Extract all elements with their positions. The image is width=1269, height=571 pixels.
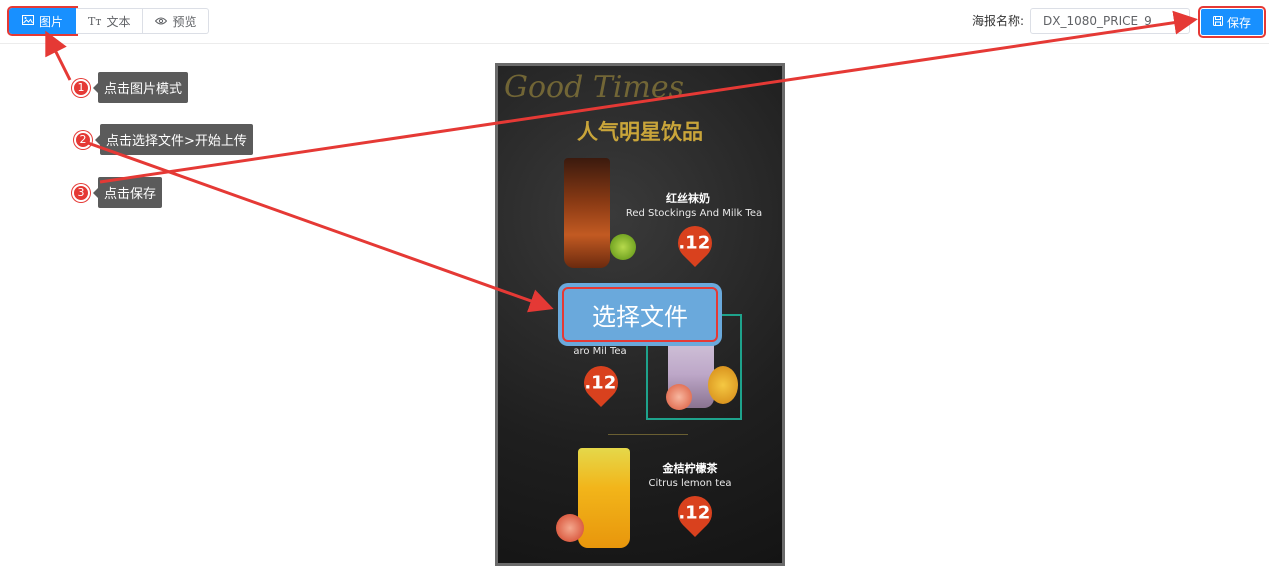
text-icon: Tт <box>88 14 102 28</box>
preview-mode-label: 预览 <box>172 14 197 29</box>
poster-name-label: 海报名称: <box>972 14 1025 28</box>
price-value: .12 <box>678 502 711 524</box>
drink-name: 金桔柠檬茶 <box>662 462 718 475</box>
grapefruit-image <box>666 384 692 410</box>
tip-step-3: 3 点击保存 <box>72 177 163 208</box>
price-tag: .12 <box>670 488 720 538</box>
text-mode-label: 文本 <box>106 14 131 29</box>
grapefruit-image <box>556 514 584 542</box>
tip-step-1: 1 点击图片模式 <box>72 72 189 103</box>
mode-switch: 图片 Tт 文本 预览 <box>6 6 210 36</box>
save-icon <box>1212 15 1223 29</box>
step-number: 1 <box>72 78 90 97</box>
divider <box>608 434 688 435</box>
image-icon <box>22 14 34 28</box>
tip-text: 点击保存 <box>92 177 163 208</box>
price-value: .12 <box>678 232 711 254</box>
step-number: 3 <box>72 183 90 202</box>
drink-english-name: Red Stockings And Milk Tea <box>625 208 763 219</box>
drink-english-name: Citrus lemon tea <box>648 478 732 489</box>
step-number: 2 <box>74 130 92 149</box>
arrow-to-choose-file <box>87 141 554 313</box>
save-label: 保存 <box>1226 15 1251 30</box>
poster-name-input[interactable]: DX_1080_PRICE_9 <box>1030 8 1190 34</box>
mango-image <box>708 366 738 404</box>
image-mode-button[interactable]: 图片 <box>6 6 79 36</box>
choose-file-button[interactable]: 选择文件 <box>558 283 722 346</box>
text-mode-button[interactable]: Tт 文本 <box>76 8 144 34</box>
eye-icon <box>155 14 168 28</box>
drink-image-citrus-lemon <box>578 448 630 548</box>
tip-text: 点击选择文件>开始上传 <box>95 124 253 155</box>
poster-title: 人气明星饮品 <box>577 120 703 144</box>
save-button[interactable]: 保存 <box>1198 6 1266 38</box>
tip-step-2: 2 点击选择文件>开始上传 <box>74 124 253 155</box>
toolbar: 图片 Tт 文本 预览 海报名称: DX_1080_PRICE_9 保存 <box>0 0 1269 44</box>
price-tag: .12 <box>576 358 626 408</box>
lime-image <box>610 234 636 260</box>
price-value: .12 <box>584 372 617 394</box>
poster-decoration-text: Good Times <box>504 70 685 105</box>
image-mode-label: 图片 <box>39 14 64 29</box>
tip-text: 点击图片模式 <box>92 72 189 103</box>
price-tag: .12 <box>670 218 720 268</box>
drink-english-name: aro Mil Tea <box>573 346 627 357</box>
preview-mode-button[interactable]: 预览 <box>143 8 210 34</box>
drink-name: 红丝袜奶 <box>666 192 710 205</box>
drink-image-red-stockings <box>564 158 610 268</box>
